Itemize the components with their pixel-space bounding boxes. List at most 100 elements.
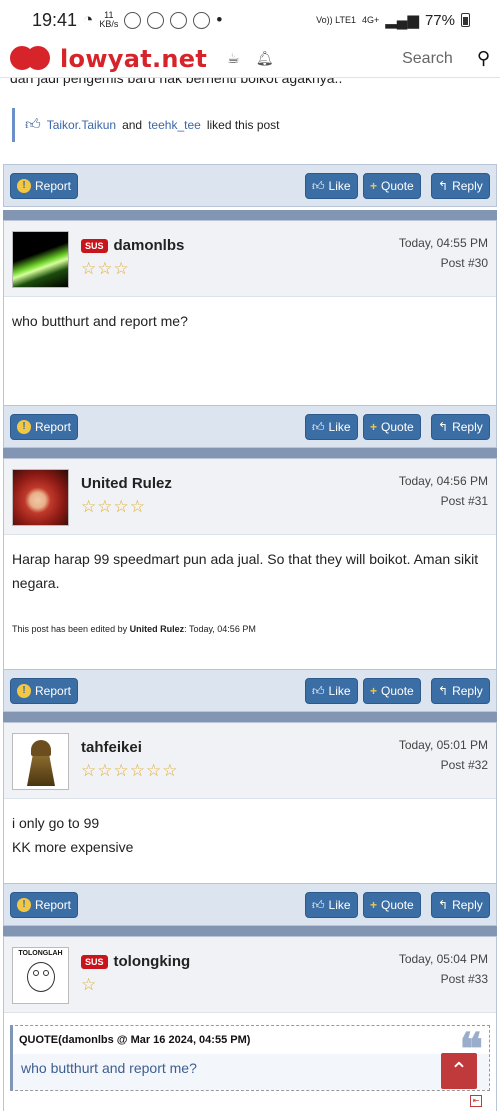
reply-arrow-icon: ↰	[438, 420, 449, 434]
post-header: tahfeikei ☆☆☆☆☆☆ Today, 05:01 PM Post #32	[4, 723, 496, 799]
warning-icon: !	[17, 898, 31, 912]
liked-and: and	[122, 118, 143, 132]
like-label: Like	[328, 420, 351, 434]
quote-header: QUOTE(damonlbs @ Mar 16 2024, 04:55 PM) ❝	[13, 1024, 489, 1075]
post-body: Harap harap 99 speedmart pun ada jual. S…	[4, 535, 496, 669]
post-meta: Today, 05:04 PM Post #33	[399, 949, 488, 989]
post-time: Today, 05:01 PM	[398, 738, 488, 752]
post-text: Harap harap 99 speedmart pun ada jual. S…	[12, 551, 479, 591]
post-number[interactable]: Post #33	[399, 969, 488, 989]
logo-icon[interactable]	[10, 45, 54, 72]
username[interactable]: United Rulez	[81, 475, 172, 492]
like-label: Like	[328, 179, 351, 193]
post-number[interactable]: Post #31	[399, 491, 488, 511]
quote-button[interactable]: + Quote	[363, 892, 421, 918]
quote-block: QUOTE(damonlbs @ Mar 16 2024, 04:55 PM) ❝…	[10, 1024, 490, 1091]
reply-button[interactable]: ↰ Reply	[431, 414, 490, 440]
post-number[interactable]: Post #32	[399, 755, 488, 775]
post-separator	[3, 210, 497, 220]
status-bar: 19:41 ◔ 11 KB/s • Vo)) LTE1 4G+ ▂▄▆ 77%	[0, 0, 500, 40]
action-bar: ! Report 👍︎ Like + Quote ↰ Reply	[4, 883, 496, 925]
avatar[interactable]	[12, 231, 69, 288]
rank-stars: ☆☆☆☆☆☆	[81, 761, 179, 780]
report-label: Report	[35, 420, 72, 434]
post-meta: Today, 04:55 PM Post #30	[399, 233, 488, 273]
quote-label: Quote	[381, 898, 414, 912]
action-bar: ! Report 👍︎ Like + Quote ↰ Reply	[4, 405, 496, 447]
username[interactable]: tahfeikei	[81, 739, 142, 756]
username-text: tolongking	[113, 953, 191, 970]
like-button[interactable]: 👍︎ Like	[305, 414, 358, 440]
reply-button[interactable]: ↰ Reply	[431, 678, 490, 704]
edited-by: United Rulez	[129, 624, 185, 634]
thumbs-up-icon: 👍︎	[312, 178, 325, 193]
username[interactable]: SUS tolongking	[81, 953, 190, 970]
avatar[interactable]: TOLONGLAH	[12, 947, 69, 1004]
net-speed-unit: KB/s	[99, 19, 119, 29]
like-label: Like	[328, 684, 351, 698]
quote-button[interactable]: + Quote	[363, 414, 421, 440]
quote-label: Quote	[381, 684, 414, 698]
reply-button[interactable]: ↰ Reply	[431, 892, 490, 918]
reply-label: Reply	[452, 898, 483, 912]
thumbs-up-icon: 👍︎	[312, 419, 325, 434]
app-header: lowyat.net ☕ 🔔︎ Search ⚲	[0, 40, 500, 78]
like-button[interactable]: 👍︎ Like	[305, 173, 358, 199]
edited-time: : Today, 04:56 PM	[184, 624, 256, 634]
post-header: United Rulez ☆☆☆☆ Today, 04:56 PM Post #3…	[4, 459, 496, 535]
username-text: damonlbs	[113, 237, 185, 254]
reply-button[interactable]: ↰ Reply	[431, 173, 490, 199]
back-to-top-button[interactable]: ⌃	[441, 1053, 477, 1089]
report-button[interactable]: ! Report	[10, 892, 79, 918]
search-icon[interactable]: ⚲	[477, 48, 490, 69]
report-button[interactable]: ! Report	[10, 173, 79, 199]
avatar[interactable]	[12, 733, 69, 790]
reply-label: Reply	[452, 179, 483, 193]
plus-icon: +	[370, 898, 378, 912]
post-meta: Today, 04:56 PM Post #31	[399, 471, 488, 511]
post-text: KK more expensive	[12, 839, 134, 855]
quote-button[interactable]: + Quote	[363, 173, 421, 199]
edited-prefix: This post has been edited by	[12, 624, 128, 634]
post-separator	[3, 448, 497, 458]
sus-badge: SUS	[81, 238, 108, 253]
action-bar: ! Report 👍︎ Like + Quote ↰ Reply	[4, 164, 496, 206]
post-time: Today, 04:55 PM	[398, 236, 488, 250]
reply-arrow-icon: ↰	[438, 684, 449, 698]
post-header: TOLONGLAH SUS tolongking ☆ Today, 05:04 P…	[4, 937, 496, 1013]
post-header: SUS damonlbs ☆☆☆ Today, 04:55 PM Post #30	[4, 221, 496, 297]
battery-icon	[461, 13, 470, 27]
liked-user-link[interactable]: Taikor.Taikun	[47, 118, 116, 132]
notification-icon	[124, 11, 142, 29]
report-label: Report	[35, 898, 72, 912]
post-number[interactable]: Post #30	[399, 253, 488, 273]
edited-note: This post has been edited by United Rule…	[12, 617, 488, 641]
report-button[interactable]: ! Report	[10, 678, 79, 704]
quote-source[interactable]: QUOTE(damonlbs @ Mar 16 2024, 04:55 PM)	[19, 1034, 250, 1046]
post: tahfeikei ☆☆☆☆☆☆ Today, 05:01 PM Post #32…	[3, 722, 497, 926]
search-input[interactable]: Search	[402, 50, 453, 68]
post: United Rulez ☆☆☆☆ Today, 04:56 PM Post #3…	[3, 458, 497, 712]
post: TOLONGLAH SUS tolongking ☆ Today, 05:04 P…	[3, 936, 497, 1111]
coffee-icon[interactable]: ☕	[227, 50, 240, 67]
notification-icon	[147, 11, 165, 29]
bell-icon[interactable]: 🔔︎	[256, 50, 274, 67]
post-separator	[3, 712, 497, 722]
reply-label: Reply	[452, 684, 483, 698]
reply-arrow-icon: ↰	[438, 179, 449, 193]
report-label: Report	[35, 179, 72, 193]
avatar[interactable]	[12, 469, 69, 526]
report-button[interactable]: ! Report	[10, 414, 79, 440]
quote-body: who butthurt and report me?	[13, 1054, 489, 1090]
action-bar: ! Report 👍︎ Like + Quote ↰ Reply	[4, 669, 496, 711]
quote-button[interactable]: + Quote	[363, 678, 421, 704]
reply-arrow-icon: ↰	[438, 898, 449, 912]
like-button[interactable]: 👍︎ Like	[305, 892, 358, 918]
like-button[interactable]: 👍︎ Like	[305, 678, 358, 704]
username[interactable]: SUS damonlbs	[81, 237, 184, 254]
liked-user-link[interactable]: teehk_tee	[148, 118, 201, 132]
expand-quote-icon[interactable]: ⇤	[470, 1095, 482, 1107]
thumbs-up-icon: 👍︎	[312, 683, 325, 698]
post-meta: Today, 05:01 PM Post #32	[399, 735, 488, 775]
site-logo[interactable]: lowyat.net	[60, 45, 207, 73]
